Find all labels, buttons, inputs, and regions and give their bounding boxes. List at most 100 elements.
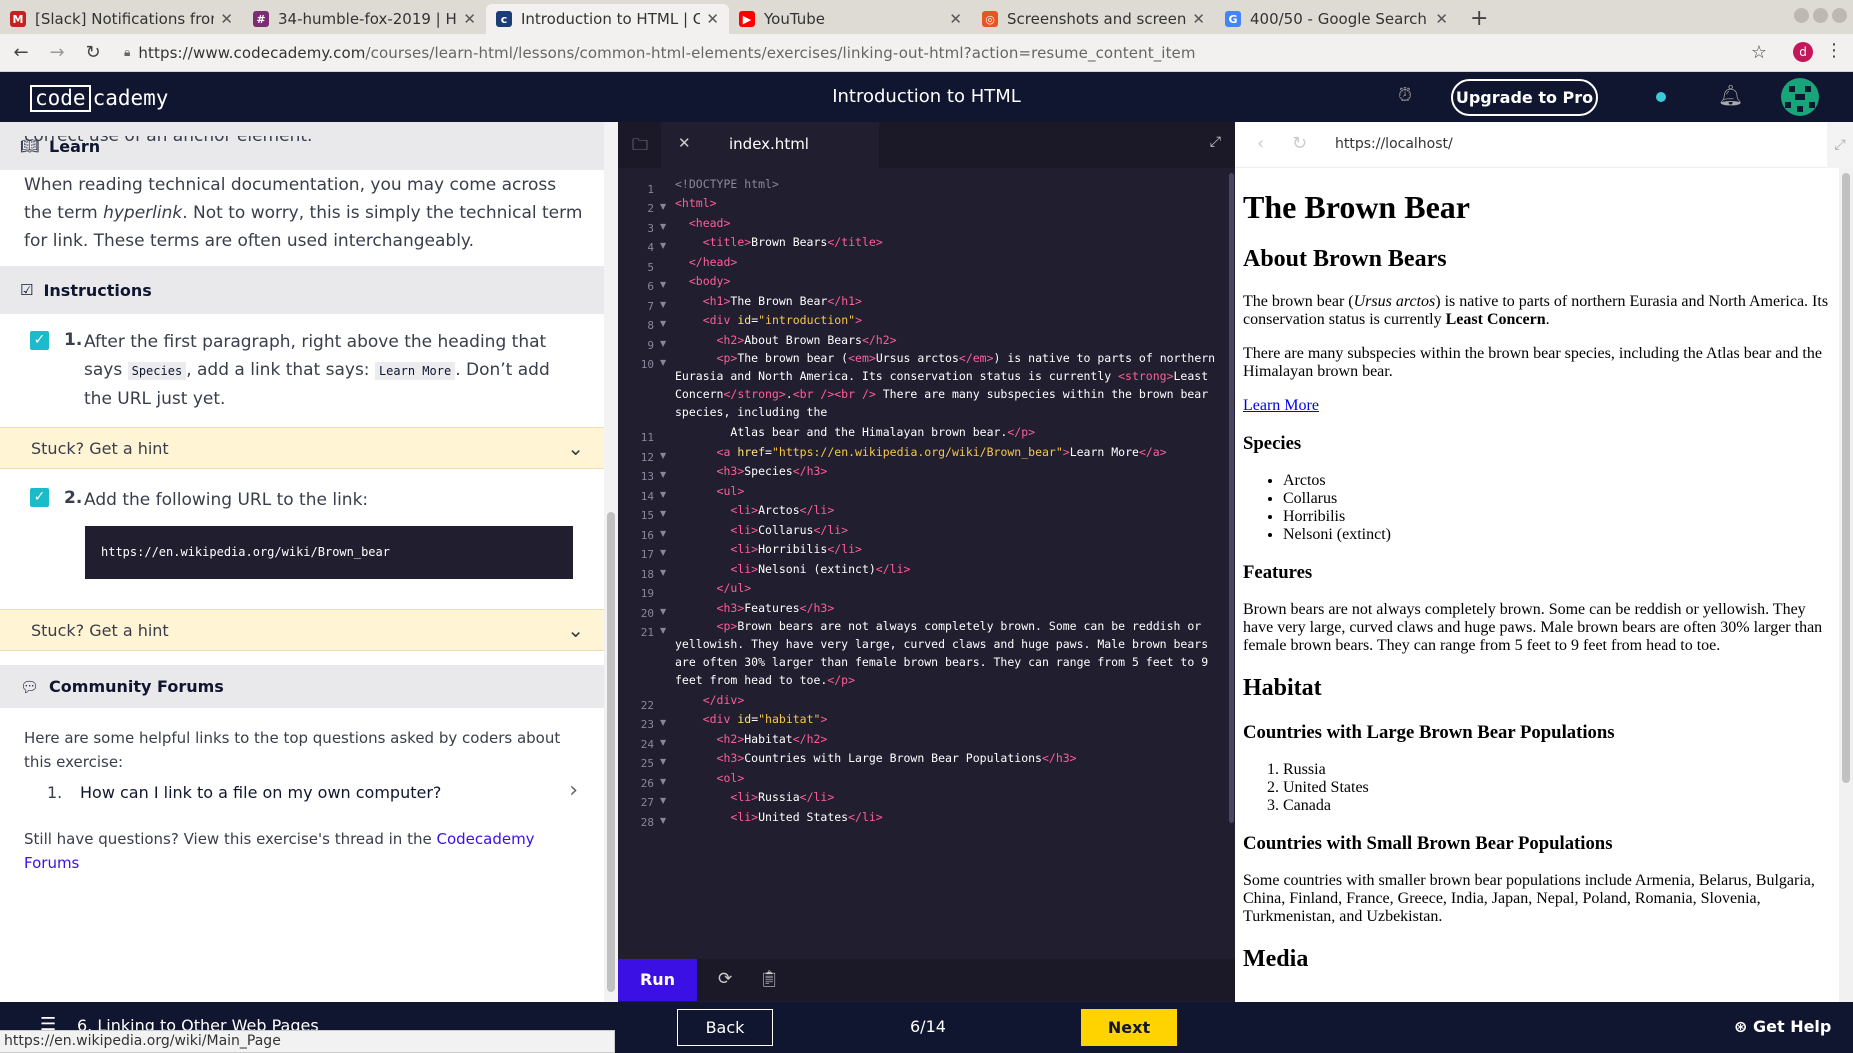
hint-toggle-2[interactable]: Stuck? Get a hint ⌄: [0, 609, 604, 651]
fold-arrow-icon[interactable]: ▼: [660, 777, 666, 786]
fold-arrow-icon[interactable]: ▼: [660, 319, 666, 328]
fold-arrow-icon[interactable]: ▼: [660, 509, 666, 518]
back-arrow-icon[interactable]: ←: [6, 42, 36, 63]
close-tab-icon[interactable]: ✕: [1435, 10, 1448, 28]
bookmark-star-icon[interactable]: ☆: [1751, 42, 1767, 63]
bell-icon[interactable]: 🔔︎: [1718, 83, 1743, 107]
community-forums-header[interactable]: 💬︎ Community Forums: [0, 665, 604, 708]
instructions-header[interactable]: ☑ Instructions: [0, 266, 604, 314]
close-tab-icon[interactable]: ✕: [220, 10, 233, 28]
window-close-icon[interactable]: [1832, 8, 1847, 23]
code-line: <html>: [675, 196, 717, 210]
fold-arrow-icon[interactable]: ▼: [660, 626, 666, 635]
chevron-down-icon: ⌄: [567, 436, 584, 460]
reset-icon[interactable]: ⟳: [718, 969, 732, 989]
code-line: <h3>Species</h3>: [716, 464, 828, 478]
list-item: United States: [1283, 779, 1829, 797]
preview-h2-about: About Brown Bears: [1243, 246, 1447, 272]
browser-tab[interactable]: M [Slack] Notifications from ✕: [0, 4, 243, 34]
close-icon[interactable]: ✕: [678, 134, 691, 152]
code-line: <li>Collarus</li>: [730, 523, 849, 537]
browser-tab[interactable]: G 400/50 - Google Search ✕: [1215, 4, 1458, 34]
code-line: Atlas bear and the Himalayan brown bear.…: [675, 425, 1036, 439]
fold-arrow-icon[interactable]: ▼: [660, 470, 666, 479]
preview-back-icon[interactable]: ‹: [1257, 133, 1264, 154]
fold-arrow-icon[interactable]: ▼: [660, 796, 666, 805]
step1-code-learn-more: Learn More: [374, 362, 456, 380]
window-controls[interactable]: [1794, 8, 1847, 23]
fold-arrow-icon[interactable]: ▼: [660, 738, 666, 747]
copy-clipboard-icon[interactable]: 📋︎: [759, 969, 779, 988]
fold-arrow-icon[interactable]: ▼: [660, 358, 666, 367]
get-help-button[interactable]: ⊛ Get Help: [1734, 1017, 1831, 1036]
fold-arrow-icon[interactable]: ▼: [660, 222, 666, 231]
line-number: 7: [647, 300, 654, 313]
code-line: <title>Brown Bears</title>: [702, 235, 883, 249]
fold-arrow-icon[interactable]: ▼: [660, 607, 666, 616]
editor-filename: index.html: [729, 135, 809, 153]
fold-arrow-icon[interactable]: ▼: [660, 451, 666, 460]
forward-arrow-icon[interactable]: →: [42, 42, 72, 63]
learn-scrollbar[interactable]: [604, 122, 618, 1002]
maximize-icon[interactable]: [1813, 8, 1828, 23]
browser-tab[interactable]: ◎ Screenshots and screenca ✕: [972, 4, 1215, 34]
browser-tab[interactable]: c Introduction to HTML | Co ✕: [486, 4, 729, 34]
close-tab-icon[interactable]: ✕: [949, 10, 962, 28]
profile-avatar[interactable]: d: [1793, 42, 1813, 62]
preview-small: Some countries with smaller brown bear p…: [1243, 872, 1815, 925]
fold-arrow-icon[interactable]: ▼: [660, 568, 666, 577]
line-number: 5: [647, 261, 654, 274]
fold-arrow-icon[interactable]: ▼: [660, 241, 666, 250]
learn-panel: 📖︎ Learn correct use of an anchor elemen…: [0, 122, 604, 1002]
close-tab-icon[interactable]: ✕: [706, 10, 719, 28]
url-field[interactable]: https://www.codecademy.com/courses/learn…: [138, 44, 1195, 62]
user-avatar[interactable]: [1781, 78, 1819, 116]
expand-icon[interactable]: ⤢: [1210, 134, 1221, 150]
code-line: </div>: [702, 693, 745, 707]
preview-expand-icon[interactable]: ⤢: [1827, 122, 1853, 168]
editor-scrollbar[interactable]: [1228, 168, 1235, 959]
preview-scrollbar[interactable]: [1839, 168, 1853, 1002]
preview-paragraph-1: The brown bear (Ursus arctos) is native …: [1243, 293, 1829, 329]
preview-toolbar: ‹ ↻ https://localhost/ ⤢: [1235, 122, 1853, 168]
close-tab-icon[interactable]: ✕: [463, 10, 476, 28]
line-number: 10: [640, 358, 654, 371]
new-tab-icon[interactable]: +: [1470, 6, 1488, 31]
line-number: 22: [640, 699, 654, 712]
youtube-icon: ▶: [739, 11, 755, 27]
editor-tab-index-html[interactable]: ✕ index.html: [661, 122, 879, 168]
step1-text-b: , add a link that says:: [186, 360, 375, 380]
learn-more-link[interactable]: Learn More: [1243, 397, 1319, 414]
preview-features: Brown bears are not always completely br…: [1243, 601, 1823, 654]
browser-tab-title: Screenshots and screenca: [1007, 10, 1187, 28]
fold-arrow-icon[interactable]: ▼: [660, 280, 666, 289]
folder-icon[interactable]: 🗀︎: [632, 134, 648, 161]
upgrade-to-pro-button[interactable]: Upgrade to Pro: [1451, 79, 1598, 116]
browser-tab[interactable]: #34-humble-fox-2019 | Hac ✕: [243, 4, 486, 34]
fold-arrow-icon[interactable]: ▼: [660, 718, 666, 727]
fold-arrow-icon[interactable]: ▼: [660, 202, 666, 211]
browser-tab[interactable]: ▶ YouTube ✕: [729, 4, 972, 34]
code-line: <div id="introduction">: [702, 313, 862, 327]
forum-question-link[interactable]: 1. How can I link to a file on my own co…: [24, 778, 578, 808]
fold-arrow-icon[interactable]: ▼: [660, 816, 666, 825]
line-number: 26: [640, 777, 654, 790]
fold-arrow-icon[interactable]: ▼: [660, 490, 666, 499]
back-button[interactable]: Back: [677, 1009, 773, 1046]
line-number: 3: [647, 222, 654, 235]
reload-icon[interactable]: ↻: [78, 42, 108, 63]
fold-arrow-icon[interactable]: ▼: [660, 300, 666, 309]
fold-arrow-icon[interactable]: ▼: [660, 339, 666, 348]
fold-arrow-icon[interactable]: ▼: [660, 548, 666, 557]
fold-arrow-icon[interactable]: ▼: [660, 529, 666, 538]
hint-toggle-1[interactable]: Stuck? Get a hint ⌄: [0, 427, 604, 469]
run-button[interactable]: Run: [618, 959, 697, 1001]
next-button[interactable]: Next: [1081, 1009, 1177, 1046]
minimize-icon[interactable]: [1794, 8, 1809, 23]
code-line: <!DOCTYPE html>: [675, 177, 779, 191]
preview-reload-icon[interactable]: ↻: [1292, 133, 1307, 154]
alarm-clock-icon[interactable]: ⏰︎: [1398, 85, 1412, 106]
browser-menu-icon[interactable]: ⋮: [1825, 40, 1843, 61]
close-tab-icon[interactable]: ✕: [1192, 10, 1205, 28]
fold-arrow-icon[interactable]: ▼: [660, 757, 666, 766]
